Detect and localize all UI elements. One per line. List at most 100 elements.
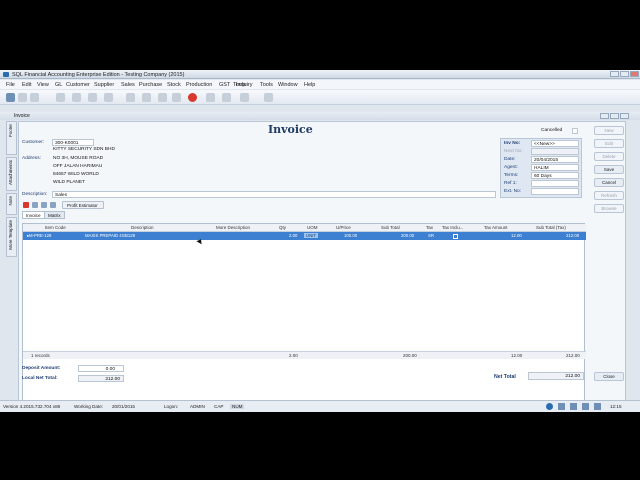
child-maximize-button[interactable]	[610, 113, 619, 119]
edit-icon[interactable]	[142, 93, 151, 102]
cell-tax-amount[interactable]: 12.00	[511, 233, 522, 238]
tray-settings-icon[interactable]	[594, 403, 601, 410]
description-field[interactable]: Sales	[52, 191, 496, 198]
menu-production[interactable]: Production	[186, 82, 212, 88]
cell-subtotal[interactable]: 200.00	[401, 233, 414, 238]
prev-record-icon[interactable]	[72, 93, 81, 102]
report-icon[interactable]	[240, 93, 249, 102]
date-field[interactable]: 20/04/2015	[531, 156, 579, 163]
menu-sales[interactable]: Sales	[121, 82, 135, 88]
report-dropdown-icon[interactable]	[264, 93, 273, 102]
col-tax-amount[interactable]: Tax Amount	[484, 225, 508, 230]
col-description[interactable]: Description	[131, 225, 154, 230]
maximize-button[interactable]	[620, 71, 629, 77]
undo-icon[interactable]	[172, 93, 181, 102]
ext-no-field[interactable]	[531, 188, 579, 195]
table-row[interactable]: ▸ M-PRE-128 MAXIS PREPAID 4GB128 2.00 UN…	[23, 232, 586, 240]
working-date-value[interactable]: 20/01/2015	[112, 404, 135, 409]
menu-tools[interactable]: Tools	[260, 82, 273, 88]
tab-matrix[interactable]: Matrix	[44, 211, 65, 219]
delete-button[interactable]: Delete	[594, 152, 624, 161]
tab-invoice[interactable]: Invoice	[22, 211, 45, 219]
col-subtotal[interactable]: Sub Total	[381, 225, 400, 230]
save-button[interactable]: Save	[594, 165, 624, 174]
col-item-code[interactable]: Item Code	[45, 225, 66, 230]
local-net-total-label: Local Net Total:	[22, 376, 58, 381]
menu-help[interactable]: Help	[304, 82, 315, 88]
side-tab-note[interactable]: Note	[6, 193, 17, 215]
col-tax[interactable]: Tax	[426, 225, 433, 230]
menu-view[interactable]: View	[37, 82, 49, 88]
menu-inquiry[interactable]: Inquiry	[236, 82, 253, 88]
cell-uom[interactable]: UNIT	[304, 233, 319, 238]
edit-button[interactable]: Edit	[594, 139, 624, 148]
child-minimize-button[interactable]	[600, 113, 609, 119]
footer-grand-total: 212.00	[566, 353, 580, 358]
tray-volume-icon[interactable]	[570, 403, 577, 410]
cell-uprice[interactable]: 100.00	[344, 233, 357, 238]
next-record-icon[interactable]	[88, 93, 97, 102]
document-info-panel: Inv No: <<New>> Next No: Date: 20/04/201…	[500, 138, 582, 198]
deposit-field[interactable]: 0.00	[78, 365, 124, 372]
col-uom[interactable]: UOM	[307, 225, 318, 230]
last-record-icon[interactable]	[104, 93, 113, 102]
customer-name: KITTY SECURITY SDN BHD	[53, 147, 115, 152]
menu-window[interactable]: Window	[278, 82, 298, 88]
cell-item-code[interactable]: M-PRE-128	[29, 233, 51, 238]
col-tax-inclusive[interactable]: Tax Inclu...	[442, 225, 464, 230]
new-icon[interactable]	[6, 93, 15, 102]
open-icon[interactable]	[18, 93, 27, 102]
col-qty[interactable]: Qty	[279, 225, 286, 230]
refresh-button[interactable]: Refresh	[594, 191, 624, 200]
menu-edit[interactable]: Edit	[22, 82, 31, 88]
add-icon[interactable]	[126, 93, 135, 102]
side-tab-footer[interactable]: Footer	[6, 121, 17, 155]
add-row-icon[interactable]	[23, 202, 29, 208]
cell-description[interactable]: MAXIS PREPAID 4GB128	[85, 233, 135, 238]
tray-network-icon[interactable]	[546, 403, 553, 410]
side-tab-attachments[interactable]: Attachments	[6, 157, 17, 191]
tray-flag-icon[interactable]	[558, 403, 565, 410]
preview-icon[interactable]	[222, 93, 231, 102]
minimize-button[interactable]	[610, 71, 619, 77]
terms-field[interactable]: 60 Days	[531, 172, 579, 179]
menu-gst[interactable]: GST	[219, 82, 230, 88]
save-icon[interactable]	[158, 93, 167, 102]
col-subtotal-tax[interactable]: Sub Total (Tax)	[536, 225, 566, 230]
agent-field[interactable]: HALIM	[531, 164, 579, 171]
profit-estimator-button[interactable]: Profit Estimator	[62, 201, 104, 209]
print-icon[interactable]	[30, 93, 39, 102]
col-uprice[interactable]: U/Price	[336, 225, 351, 230]
side-tab-more-template[interactable]: More Template	[6, 217, 17, 257]
browse-button[interactable]: Browse	[594, 204, 624, 213]
close-button[interactable]: Close	[594, 372, 624, 381]
menu-stock[interactable]: Stock	[167, 82, 181, 88]
cancelled-checkbox[interactable]	[572, 128, 578, 134]
tray-battery-icon[interactable]	[582, 403, 589, 410]
customer-code-field[interactable]: 300-K0001	[52, 139, 94, 146]
first-record-icon[interactable]	[56, 93, 65, 102]
close-window-button[interactable]	[630, 71, 639, 77]
cancel-icon[interactable]	[188, 93, 197, 102]
move-down-icon[interactable]	[50, 202, 56, 208]
cancel-button[interactable]: Cancel	[594, 178, 624, 187]
inv-no-field[interactable]: <<New>>	[531, 140, 579, 147]
cell-qty[interactable]: 2.00	[289, 233, 297, 238]
delete-row-icon[interactable]	[32, 202, 38, 208]
col-more-description[interactable]: More Description	[216, 225, 250, 230]
cell-tax[interactable]: SR	[428, 233, 434, 238]
app-icon	[3, 72, 9, 77]
menu-gl[interactable]: GL	[55, 82, 62, 88]
menu-customer[interactable]: Customer	[66, 82, 90, 88]
move-up-icon[interactable]	[41, 202, 47, 208]
ref1-field[interactable]	[531, 180, 579, 187]
tax-inclusive-checkbox[interactable]	[453, 233, 458, 239]
menu-supplier[interactable]: Supplier	[94, 82, 114, 88]
menu-file[interactable]: File	[6, 82, 15, 88]
next-no-field[interactable]	[531, 148, 579, 155]
menu-purchase[interactable]: Purchase	[139, 82, 162, 88]
new-button[interactable]: New	[594, 126, 624, 135]
tools-icon[interactable]	[206, 93, 215, 102]
child-close-button[interactable]	[620, 113, 629, 119]
cell-subtotal-tax[interactable]: 212.00	[566, 233, 579, 238]
